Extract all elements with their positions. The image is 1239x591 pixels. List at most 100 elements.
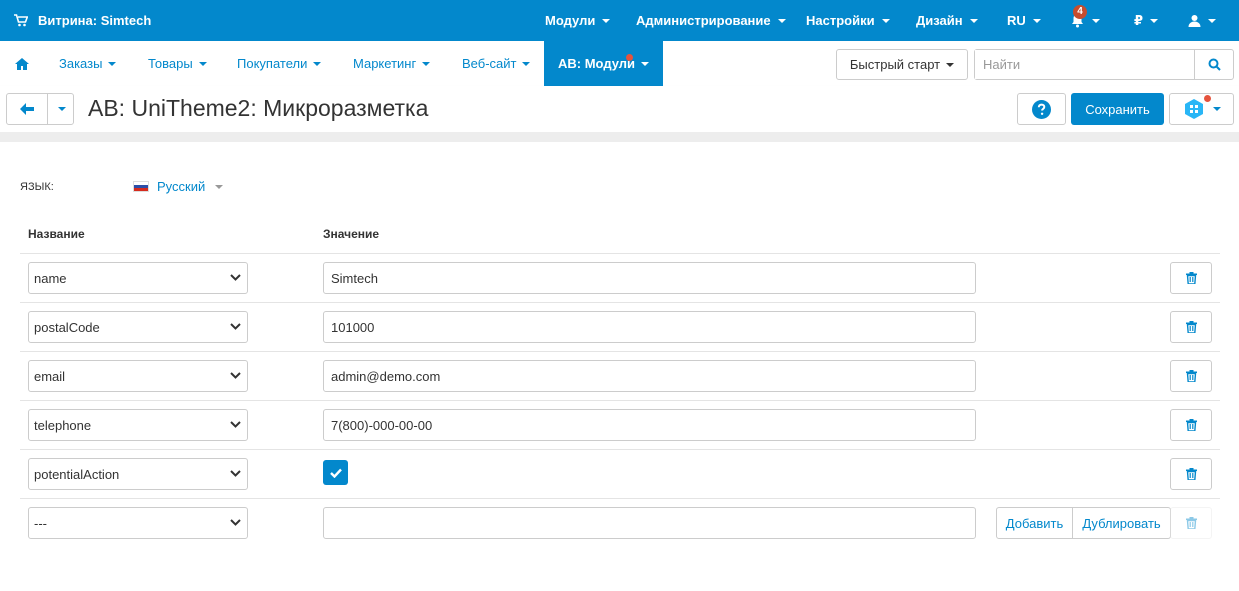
language-value: Русский: [157, 179, 206, 194]
duplicate-button[interactable]: Дублировать: [1073, 507, 1171, 539]
chevron-down-icon: [57, 107, 66, 111]
table-row: telephone 7(800)-000-00-00: [20, 400, 1220, 449]
nav-marketing[interactable]: Маркетинг: [353, 41, 431, 86]
delete-row-button[interactable]: [1170, 458, 1212, 490]
storefront-selector[interactable]: Витрина: Simtech: [14, 0, 151, 41]
quick-start-label: Быстрый старт: [849, 57, 941, 72]
user-menu[interactable]: [1188, 0, 1216, 41]
addons-logo-icon: [1184, 99, 1203, 119]
column-header-name: Название: [28, 227, 85, 241]
table-row-new: --- Добавить Дублировать: [20, 498, 1220, 547]
menu-settings[interactable]: Настройки: [806, 0, 890, 41]
page-header: AB: UniTheme2: Микроразметка Сохранить: [0, 86, 1239, 132]
property-select[interactable]: potentialAction: [28, 458, 248, 490]
chevron-down-icon: [230, 274, 241, 281]
nav-home[interactable]: [15, 41, 29, 86]
delete-row-button[interactable]: [1170, 409, 1212, 441]
addons-menu-button[interactable]: [1169, 93, 1234, 125]
value-input[interactable]: admin@demo.com: [323, 360, 976, 392]
menu-design-label: Дизайн: [916, 13, 963, 28]
back-button[interactable]: [6, 93, 48, 125]
column-header-value: Значение: [323, 227, 380, 241]
chevron-down-icon: [313, 61, 322, 66]
menu-modules[interactable]: Модули: [545, 0, 611, 41]
value-input[interactable]: 101000: [323, 311, 976, 343]
value-input[interactable]: 7(800)-000-00-00: [323, 409, 976, 441]
search-input[interactable]: [975, 50, 1194, 79]
property-select-value: email: [34, 368, 66, 384]
property-select-value: telephone: [34, 417, 92, 433]
trash-icon: [1185, 321, 1197, 333]
search-icon: [1208, 58, 1221, 71]
trash-icon: [1185, 272, 1197, 284]
table-row: potentialAction: [20, 449, 1220, 498]
menu-language[interactable]: RU: [1007, 0, 1041, 41]
search-button[interactable]: [1194, 50, 1233, 79]
delete-row-button[interactable]: [1170, 360, 1212, 392]
help-button[interactable]: [1017, 93, 1066, 125]
nav-products[interactable]: Товары: [148, 41, 207, 86]
chevron-down-icon: [230, 421, 241, 428]
chevron-down-icon: [1150, 18, 1159, 23]
trash-icon: [1185, 517, 1197, 529]
storefront-label: Витрина: Simtech: [38, 13, 152, 28]
property-select[interactable]: ---: [28, 507, 248, 539]
delete-row-button[interactable]: [1170, 262, 1212, 294]
property-select[interactable]: postalCode: [28, 311, 248, 343]
property-select[interactable]: name: [28, 262, 248, 294]
nav-marketing-label: Маркетинг: [353, 56, 417, 71]
currency-label: ₽: [1134, 12, 1144, 28]
trash-icon: [1185, 419, 1197, 431]
chevron-down-icon: [1032, 18, 1041, 23]
nav-website[interactable]: Веб-сайт: [462, 41, 531, 86]
value-checkbox[interactable]: [323, 460, 348, 485]
nav-orders[interactable]: Заказы: [59, 41, 117, 86]
nav-customers[interactable]: Покупатели: [237, 41, 322, 86]
property-select-value: name: [34, 270, 67, 286]
back-dropdown-button[interactable]: [47, 93, 74, 125]
search-box: [974, 49, 1234, 80]
quick-start-button[interactable]: Быстрый старт: [836, 49, 968, 80]
chevron-down-icon: [602, 18, 611, 23]
notifications-badge: 4: [1073, 5, 1087, 19]
nav-products-label: Товары: [148, 56, 193, 71]
value-input[interactable]: Simtech: [323, 262, 976, 294]
language-label: ЯЗЫК:: [20, 181, 54, 193]
question-icon: [1032, 99, 1051, 119]
cart-icon: [14, 14, 28, 27]
trash-icon: [1185, 370, 1197, 382]
nav-ab-modules[interactable]: AB: Модули: [544, 41, 664, 86]
top-bar: Витрина: Simtech Модули Администрировани…: [0, 0, 1239, 41]
delete-row-button[interactable]: [1170, 311, 1212, 343]
chevron-down-icon: [108, 61, 117, 66]
arrow-left-icon: [20, 103, 34, 115]
menu-language-label: RU: [1007, 13, 1026, 28]
page-title: AB: UniTheme2: Микроразметка: [88, 95, 429, 121]
chevron-down-icon: [230, 470, 241, 477]
checkmark-icon: [329, 468, 342, 478]
delete-row-button: [1170, 507, 1212, 539]
menu-currency[interactable]: ₽: [1134, 0, 1159, 41]
chevron-down-icon: [946, 62, 955, 67]
menu-design[interactable]: Дизайн: [916, 0, 978, 41]
chevron-down-icon: [969, 18, 978, 23]
chevron-down-icon: [1092, 18, 1100, 23]
nav-orders-label: Заказы: [59, 56, 103, 71]
chevron-down-icon: [230, 519, 241, 526]
chevron-down-icon: [215, 184, 224, 189]
chevron-down-icon: [881, 18, 890, 23]
language-selector[interactable]: Русский: [133, 179, 224, 194]
property-select[interactable]: email: [28, 360, 248, 392]
value-input[interactable]: [323, 507, 976, 539]
addons-alert-dot: [1204, 95, 1211, 102]
menu-administration[interactable]: Администрирование: [636, 0, 786, 41]
property-select[interactable]: telephone: [28, 409, 248, 441]
property-select-value: potentialAction: [34, 466, 120, 482]
chevron-down-icon: [522, 61, 531, 66]
user-icon: [1188, 15, 1201, 27]
menu-administration-label: Администрирование: [636, 13, 771, 28]
chevron-down-icon: [198, 61, 207, 66]
add-button[interactable]: Добавить: [996, 507, 1073, 539]
save-button[interactable]: Сохранить: [1071, 93, 1164, 125]
menu-settings-label: Настройки: [806, 13, 875, 28]
